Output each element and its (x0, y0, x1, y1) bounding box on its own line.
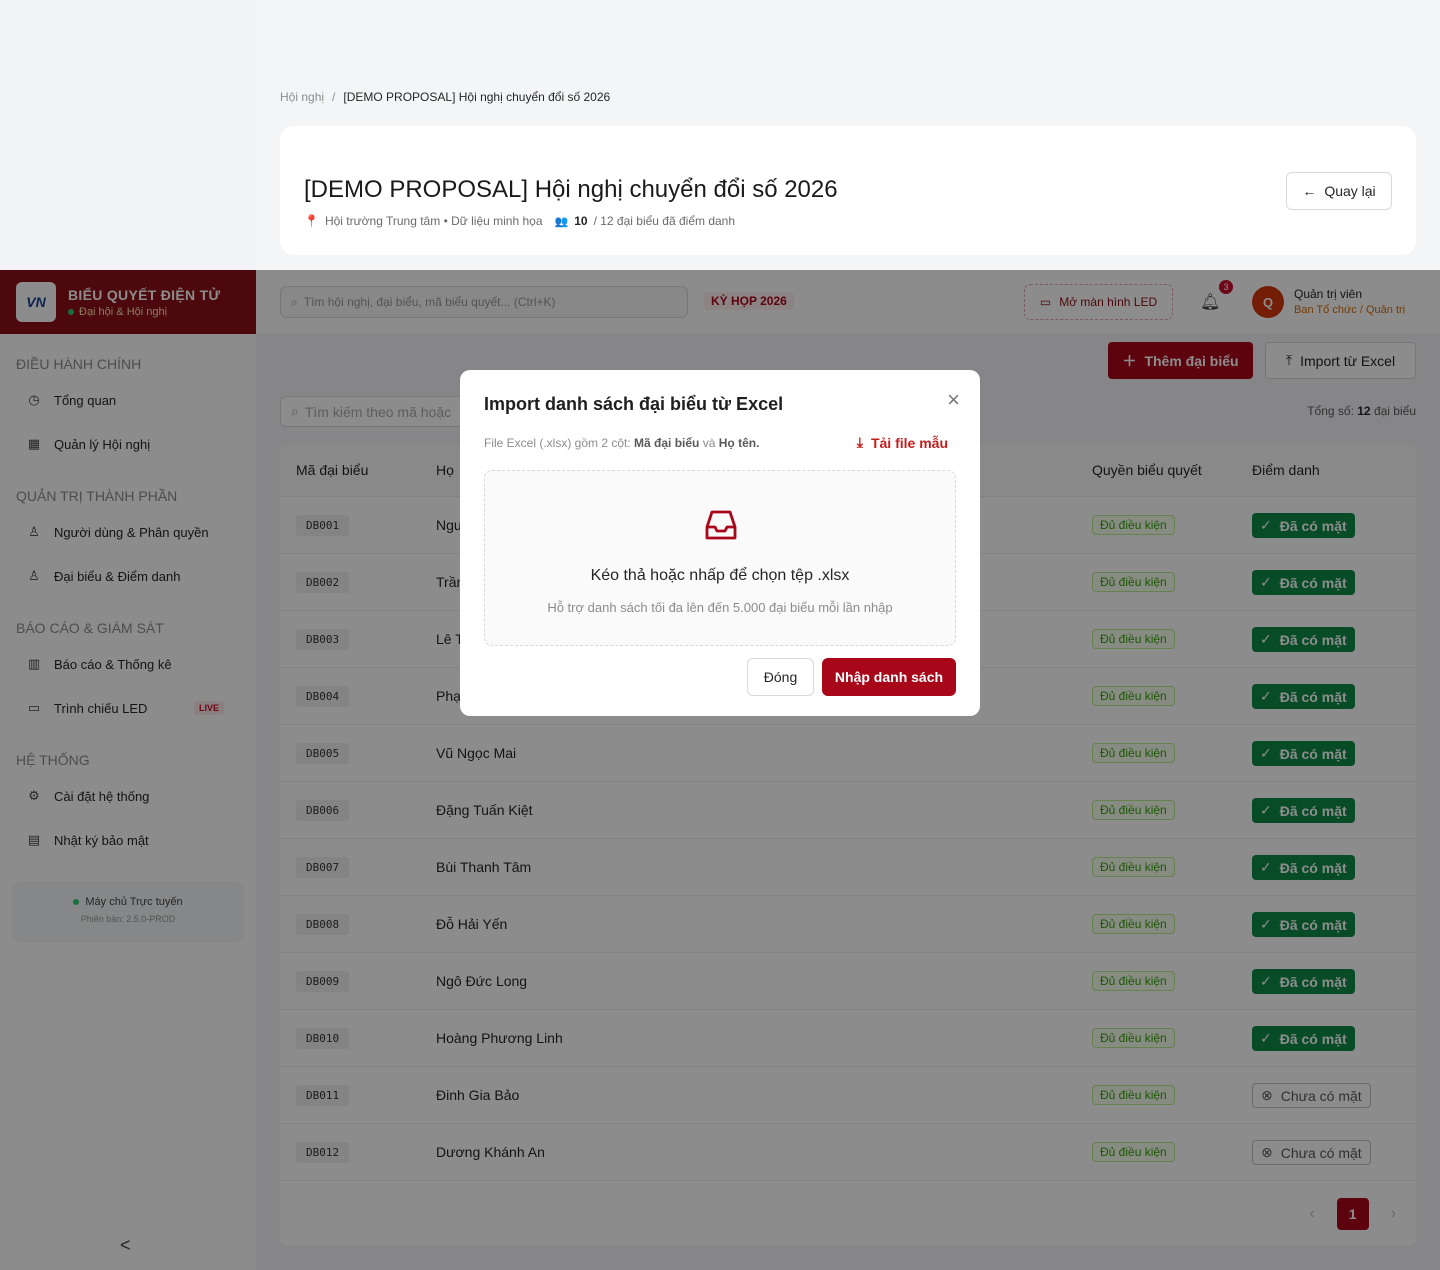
file-dropzone[interactable]: Kéo thả hoặc nhấp để chọn tệp .xlsx Hỗ t… (484, 470, 956, 646)
inbox-icon (705, 510, 737, 540)
desc-col2: Họ tên. (718, 436, 760, 450)
page-title: [DEMO PROPOSAL] Hội nghị chuyển đổi số 2… (304, 176, 838, 203)
modal-description: File Excel (.xlsx) gồm 2 cột: Mã đại biể… (484, 436, 759, 450)
breadcrumb-current: [DEMO PROPOSAL] Hội nghị chuyển đổi số 2… (343, 90, 611, 104)
breadcrumb-sep: / (332, 90, 336, 104)
conference-card: [DEMO PROPOSAL] Hội nghị chuyển đổi số 2… (280, 126, 1416, 255)
desc-col1: Mã đại biểu (634, 436, 700, 450)
top-strip (256, 0, 1440, 64)
download-template-label: Tải file mẫu (870, 434, 948, 451)
conference-location: Hội trường Trung tâm • Dữ liệu minh họa (324, 214, 543, 228)
dropzone-hint: Hỗ trợ danh sách tối đa lên đến 5.000 đạ… (547, 600, 893, 615)
conference-meta: 📍 Hội trường Trung tâm • Dữ liệu minh họ… (304, 214, 735, 228)
close-icon[interactable]: × (947, 387, 960, 413)
checked-in-text: / 12 đại biểu đã điểm danh (593, 214, 736, 228)
dropzone-main-text: Kéo thả hoặc nhấp để chọn tệp .xlsx (590, 567, 850, 584)
back-button[interactable]: ← Quay lại (1286, 172, 1392, 210)
modal-title: Import danh sách đại biểu từ Excel (484, 394, 784, 414)
download-icon: ⤓ (856, 434, 863, 450)
breadcrumb: Hội nghị / [DEMO PROPOSAL] Hội nghị chuy… (280, 90, 610, 104)
arrow-left-icon: ← (1302, 183, 1317, 199)
breadcrumb-root[interactable]: Hội nghị (280, 90, 324, 104)
people-icon: 👥 (554, 215, 569, 228)
import-modal: Import danh sách đại biểu từ Excel × Fil… (460, 370, 980, 716)
download-template-link[interactable]: ⤓ Tải file mẫu (857, 434, 948, 451)
desc-and: và (702, 436, 716, 450)
desc-prefix: File Excel (.xlsx) gồm 2 cột: (484, 436, 631, 450)
close-button[interactable]: Đóng (747, 658, 814, 696)
location-pin-icon: 📍 (304, 214, 319, 228)
import-submit-button[interactable]: Nhập danh sách (822, 658, 956, 696)
back-label: Quay lại (1324, 183, 1376, 199)
checked-in-count: 10 (574, 214, 588, 228)
top-left-blank (0, 0, 256, 270)
conference-header-area: Hội nghị / [DEMO PROPOSAL] Hội nghị chuy… (256, 64, 1440, 270)
